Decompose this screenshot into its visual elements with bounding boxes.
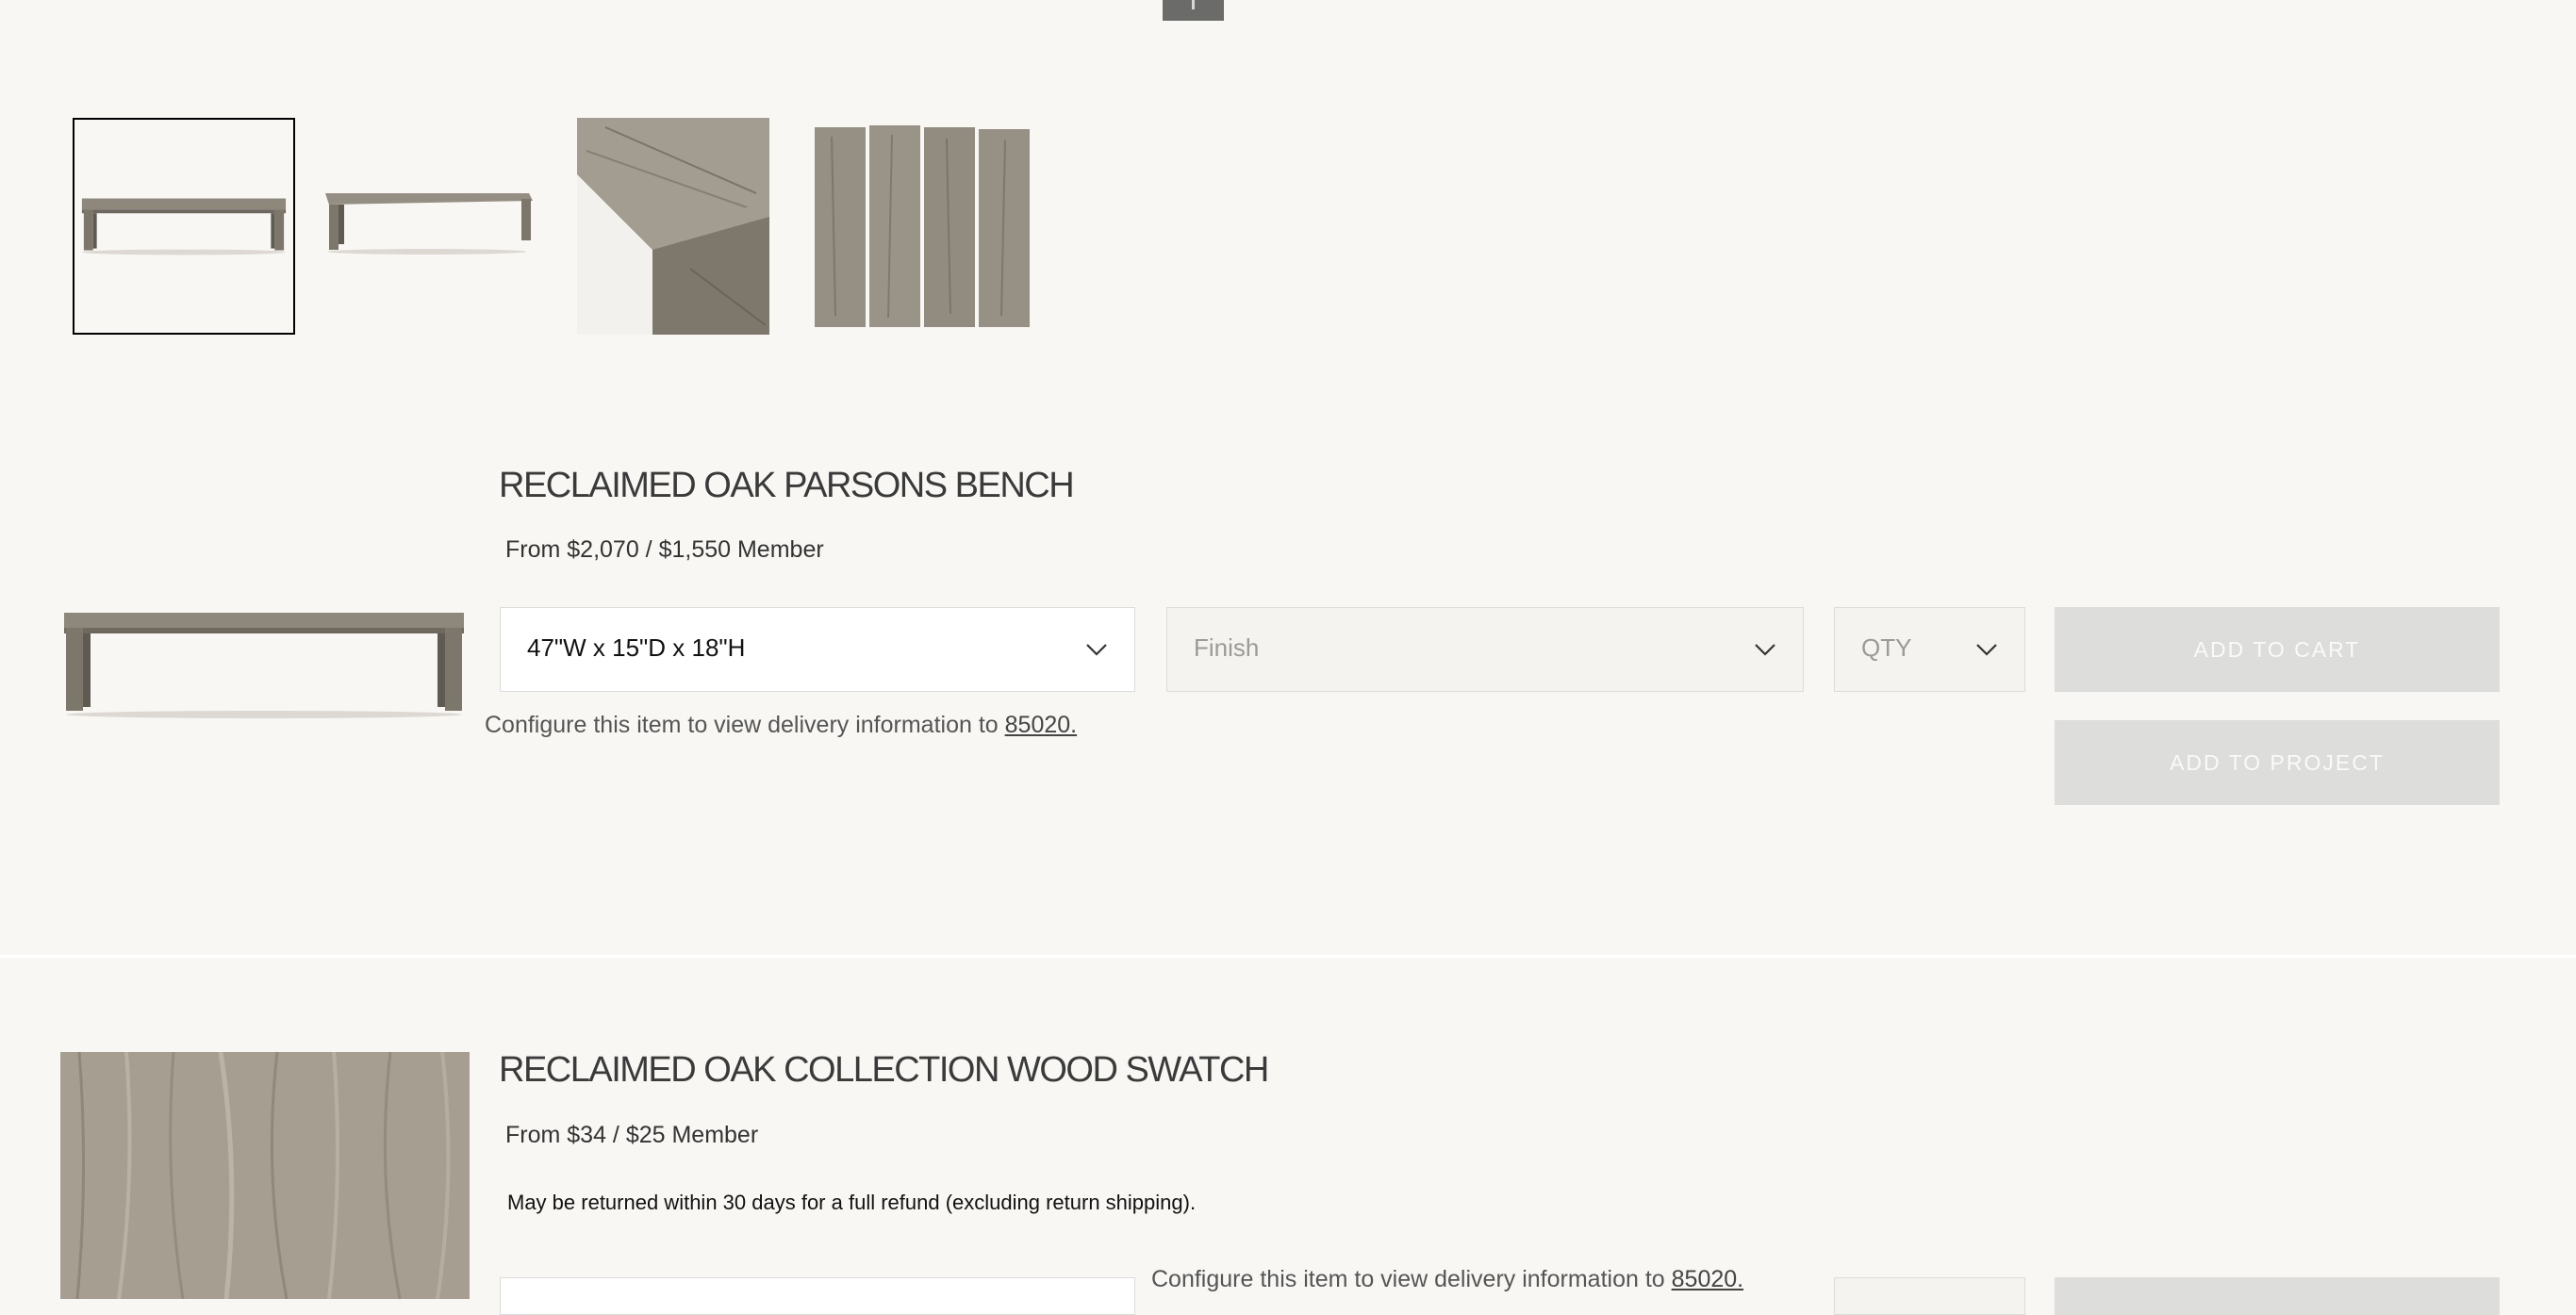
qty-select-placeholder: QTY — [1861, 633, 1912, 662]
product-image-swatch[interactable] — [60, 1052, 470, 1299]
thumbnail-wood-corner[interactable] — [577, 118, 769, 335]
delivery-text: Configure this item to view delivery inf… — [485, 712, 999, 738]
thumbnail-wood-planks[interactable] — [813, 118, 1032, 335]
wood-swatch-image — [60, 1052, 470, 1299]
bench-angle-image — [325, 193, 533, 255]
section-divider — [0, 955, 2576, 958]
delivery-text: Configure this item to view delivery inf… — [1151, 1266, 1665, 1292]
thumbnail-bench-angle[interactable] — [316, 118, 538, 335]
chevron-down-icon — [1976, 644, 1997, 656]
zip-link[interactable]: 85020. — [1005, 712, 1077, 738]
add-to-project-button[interactable]: ADD TO PROJECT — [2055, 720, 2500, 805]
return-policy-note: May be returned within 30 days for a ful… — [507, 1191, 1197, 1214]
product-title-swatch: RECLAIMED OAK COLLECTION WOOD SWATCH — [499, 1050, 1269, 1090]
size-select-swatch[interactable] — [500, 1277, 1135, 1315]
delivery-info-bench: Configure this item to view delivery inf… — [485, 712, 1077, 739]
indicator-bar — [1192, 0, 1195, 9]
size-select-value: 47"W x 15"D x 18"H — [527, 633, 746, 662]
add-to-cart-button[interactable]: ADD TO CART — [2055, 607, 2500, 692]
finish-select[interactable]: Finish — [1166, 607, 1804, 692]
qty-select[interactable]: QTY — [1834, 607, 2025, 692]
bench-front-image — [81, 198, 287, 255]
carousel-indicator[interactable] — [1163, 0, 1224, 21]
wood-corner-image — [577, 118, 769, 335]
wood-planks-image — [815, 125, 1030, 327]
chevron-down-icon — [1755, 644, 1775, 656]
product-title-bench: RECLAIMED OAK PARSONS BENCH — [499, 466, 1075, 505]
size-select[interactable]: 47"W x 15"D x 18"H — [500, 607, 1135, 692]
product-price-swatch: From $34 / $25 Member — [505, 1122, 759, 1148]
add-to-cart-button-swatch[interactable] — [2055, 1277, 2500, 1315]
product-price-bench: From $2,070 / $1,550 Member — [505, 536, 824, 563]
bench-image — [64, 613, 464, 718]
thumbnail-bench-front[interactable] — [73, 118, 295, 335]
delivery-info-swatch: Configure this item to view delivery inf… — [1151, 1266, 1743, 1293]
finish-select-placeholder: Finish — [1194, 633, 1260, 662]
zip-link[interactable]: 85020. — [1672, 1266, 1743, 1292]
qty-select-swatch[interactable] — [1834, 1277, 2025, 1315]
chevron-down-icon — [1086, 644, 1107, 656]
product-image-bench[interactable] — [60, 603, 468, 726]
